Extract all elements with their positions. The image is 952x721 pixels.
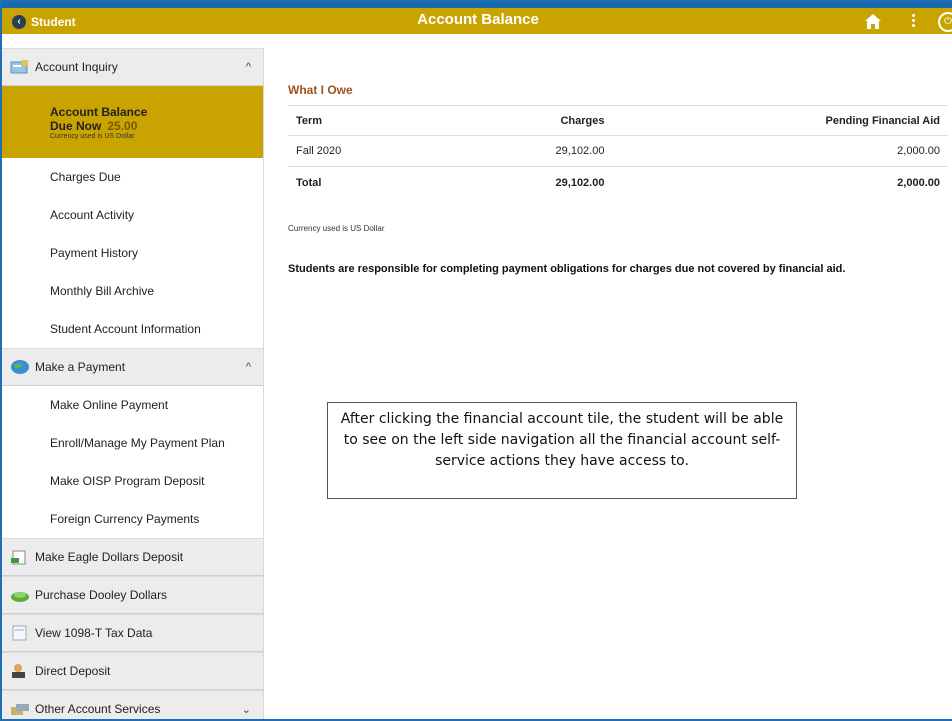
account-inquiry-icon	[10, 60, 28, 74]
direct-deposit-icon	[12, 664, 25, 678]
home-icon[interactable]	[864, 13, 882, 30]
col-charges: Charges	[445, 105, 613, 136]
cell-term: Fall 2020	[288, 135, 446, 167]
payment-globe-icon	[11, 360, 29, 374]
annotation-callout: After clicking the financial account til…	[327, 402, 797, 499]
table-total-row: Total 29,102.00 2,000.00	[288, 167, 948, 199]
sidebar-item-label: Make Eagle Dollars Deposit	[35, 550, 184, 564]
main-content: What I Owe Term Charges Pending Financia…	[264, 48, 952, 719]
document-icon	[12, 625, 27, 641]
app-frame: ‹ Student Account Balance ⏻ Account Inqu…	[0, 0, 952, 721]
cash-icon	[11, 592, 29, 602]
page-title: Account Balance	[417, 11, 539, 28]
services-icon	[11, 704, 29, 715]
sidebar-item-account-balance[interactable]: Account Balance Due Now 25.00 Currency us…	[2, 86, 263, 158]
sidebar-item-monthly-bill-archive[interactable]: Monthly Bill Archive	[2, 272, 263, 310]
cell-total-charges: 29,102.00	[555, 176, 605, 189]
header-bar: ‹ Student Account Balance ⏻	[2, 2, 952, 34]
sidebar-group-make-a-payment[interactable]: Make a Payment ^	[2, 348, 263, 386]
deposit-icon	[11, 550, 26, 565]
sidebar-item-label: Account Balance	[50, 104, 148, 119]
sidebar-item-label: Direct Deposit	[35, 664, 111, 678]
payment-notice: Students are responsible for completing …	[288, 263, 846, 275]
sidebar-item-label: View 1098-T Tax Data	[35, 626, 153, 640]
section-title: What I Owe	[288, 83, 353, 97]
sidebar-group-label: Make a Payment	[35, 360, 126, 374]
col-term: Term	[288, 105, 446, 136]
currency-note-small: Currency used is US Dollar	[50, 132, 135, 140]
sidebar-item-oisp-deposit[interactable]: Make OISP Program Deposit	[2, 462, 263, 500]
currency-note: Currency used is US Dollar	[288, 224, 385, 233]
sidebar-group-label: Account Inquiry	[35, 60, 118, 74]
sidebar-item-1098t[interactable]: View 1098-T Tax Data	[2, 614, 263, 652]
sidebar-item-charges-due[interactable]: Charges Due	[2, 158, 263, 196]
table-row: Fall 2020 29,102.00 2,000.00	[288, 135, 948, 167]
sidebar-item-dooley-dollars[interactable]: Purchase Dooley Dollars	[2, 576, 263, 614]
sidebar-item-payment-history[interactable]: Payment History	[2, 234, 263, 272]
due-now-label: Due Now	[50, 118, 102, 133]
sidebar-item-eagle-dollars[interactable]: Make Eagle Dollars Deposit	[2, 538, 263, 576]
actions-menu-icon[interactable]	[908, 12, 918, 31]
sidebar-group-label: Other Account Services	[35, 702, 161, 716]
sidebar-item-direct-deposit[interactable]: Direct Deposit	[2, 652, 263, 690]
sidebar-item-account-activity[interactable]: Account Activity	[2, 196, 263, 234]
cell-charges: 29,102.00	[445, 135, 613, 167]
chevron-down-icon: ⌄	[241, 704, 251, 716]
due-now-row: Due Now 25.00	[50, 119, 137, 133]
what-i-owe-table: Term Charges Pending Financial Aid Fall …	[288, 105, 948, 199]
sidebar-item-label: Purchase Dooley Dollars	[35, 588, 168, 602]
due-now-amount: 25.00	[107, 118, 138, 133]
sidebar-item-payment-plan[interactable]: Enroll/Manage My Payment Plan	[2, 424, 263, 462]
sidebar-item-foreign-currency[interactable]: Foreign Currency Payments	[2, 500, 263, 538]
col-pending-aid: Pending Financial Aid	[612, 105, 948, 136]
cell-total-label: Total	[296, 176, 322, 189]
chevron-up-icon: ^	[245, 361, 251, 373]
sidebar-nav: Account Inquiry ^ Account Balance Due No…	[2, 48, 264, 719]
sidebar-group-account-inquiry[interactable]: Account Inquiry ^	[2, 48, 263, 86]
sidebar-item-student-account-information[interactable]: Student Account Information	[2, 310, 263, 348]
cell-total-aid: 2,000.00	[897, 176, 940, 189]
sign-out-icon[interactable]: ⏻	[938, 12, 952, 32]
table-header-row: Term Charges Pending Financial Aid	[288, 105, 948, 136]
sidebar-group-other-services[interactable]: Other Account Services ⌄	[2, 690, 263, 719]
cell-pending-aid: 2,000.00	[612, 135, 948, 167]
sidebar-item-make-online-payment[interactable]: Make Online Payment	[2, 386, 263, 424]
chevron-up-icon: ^	[245, 61, 251, 73]
